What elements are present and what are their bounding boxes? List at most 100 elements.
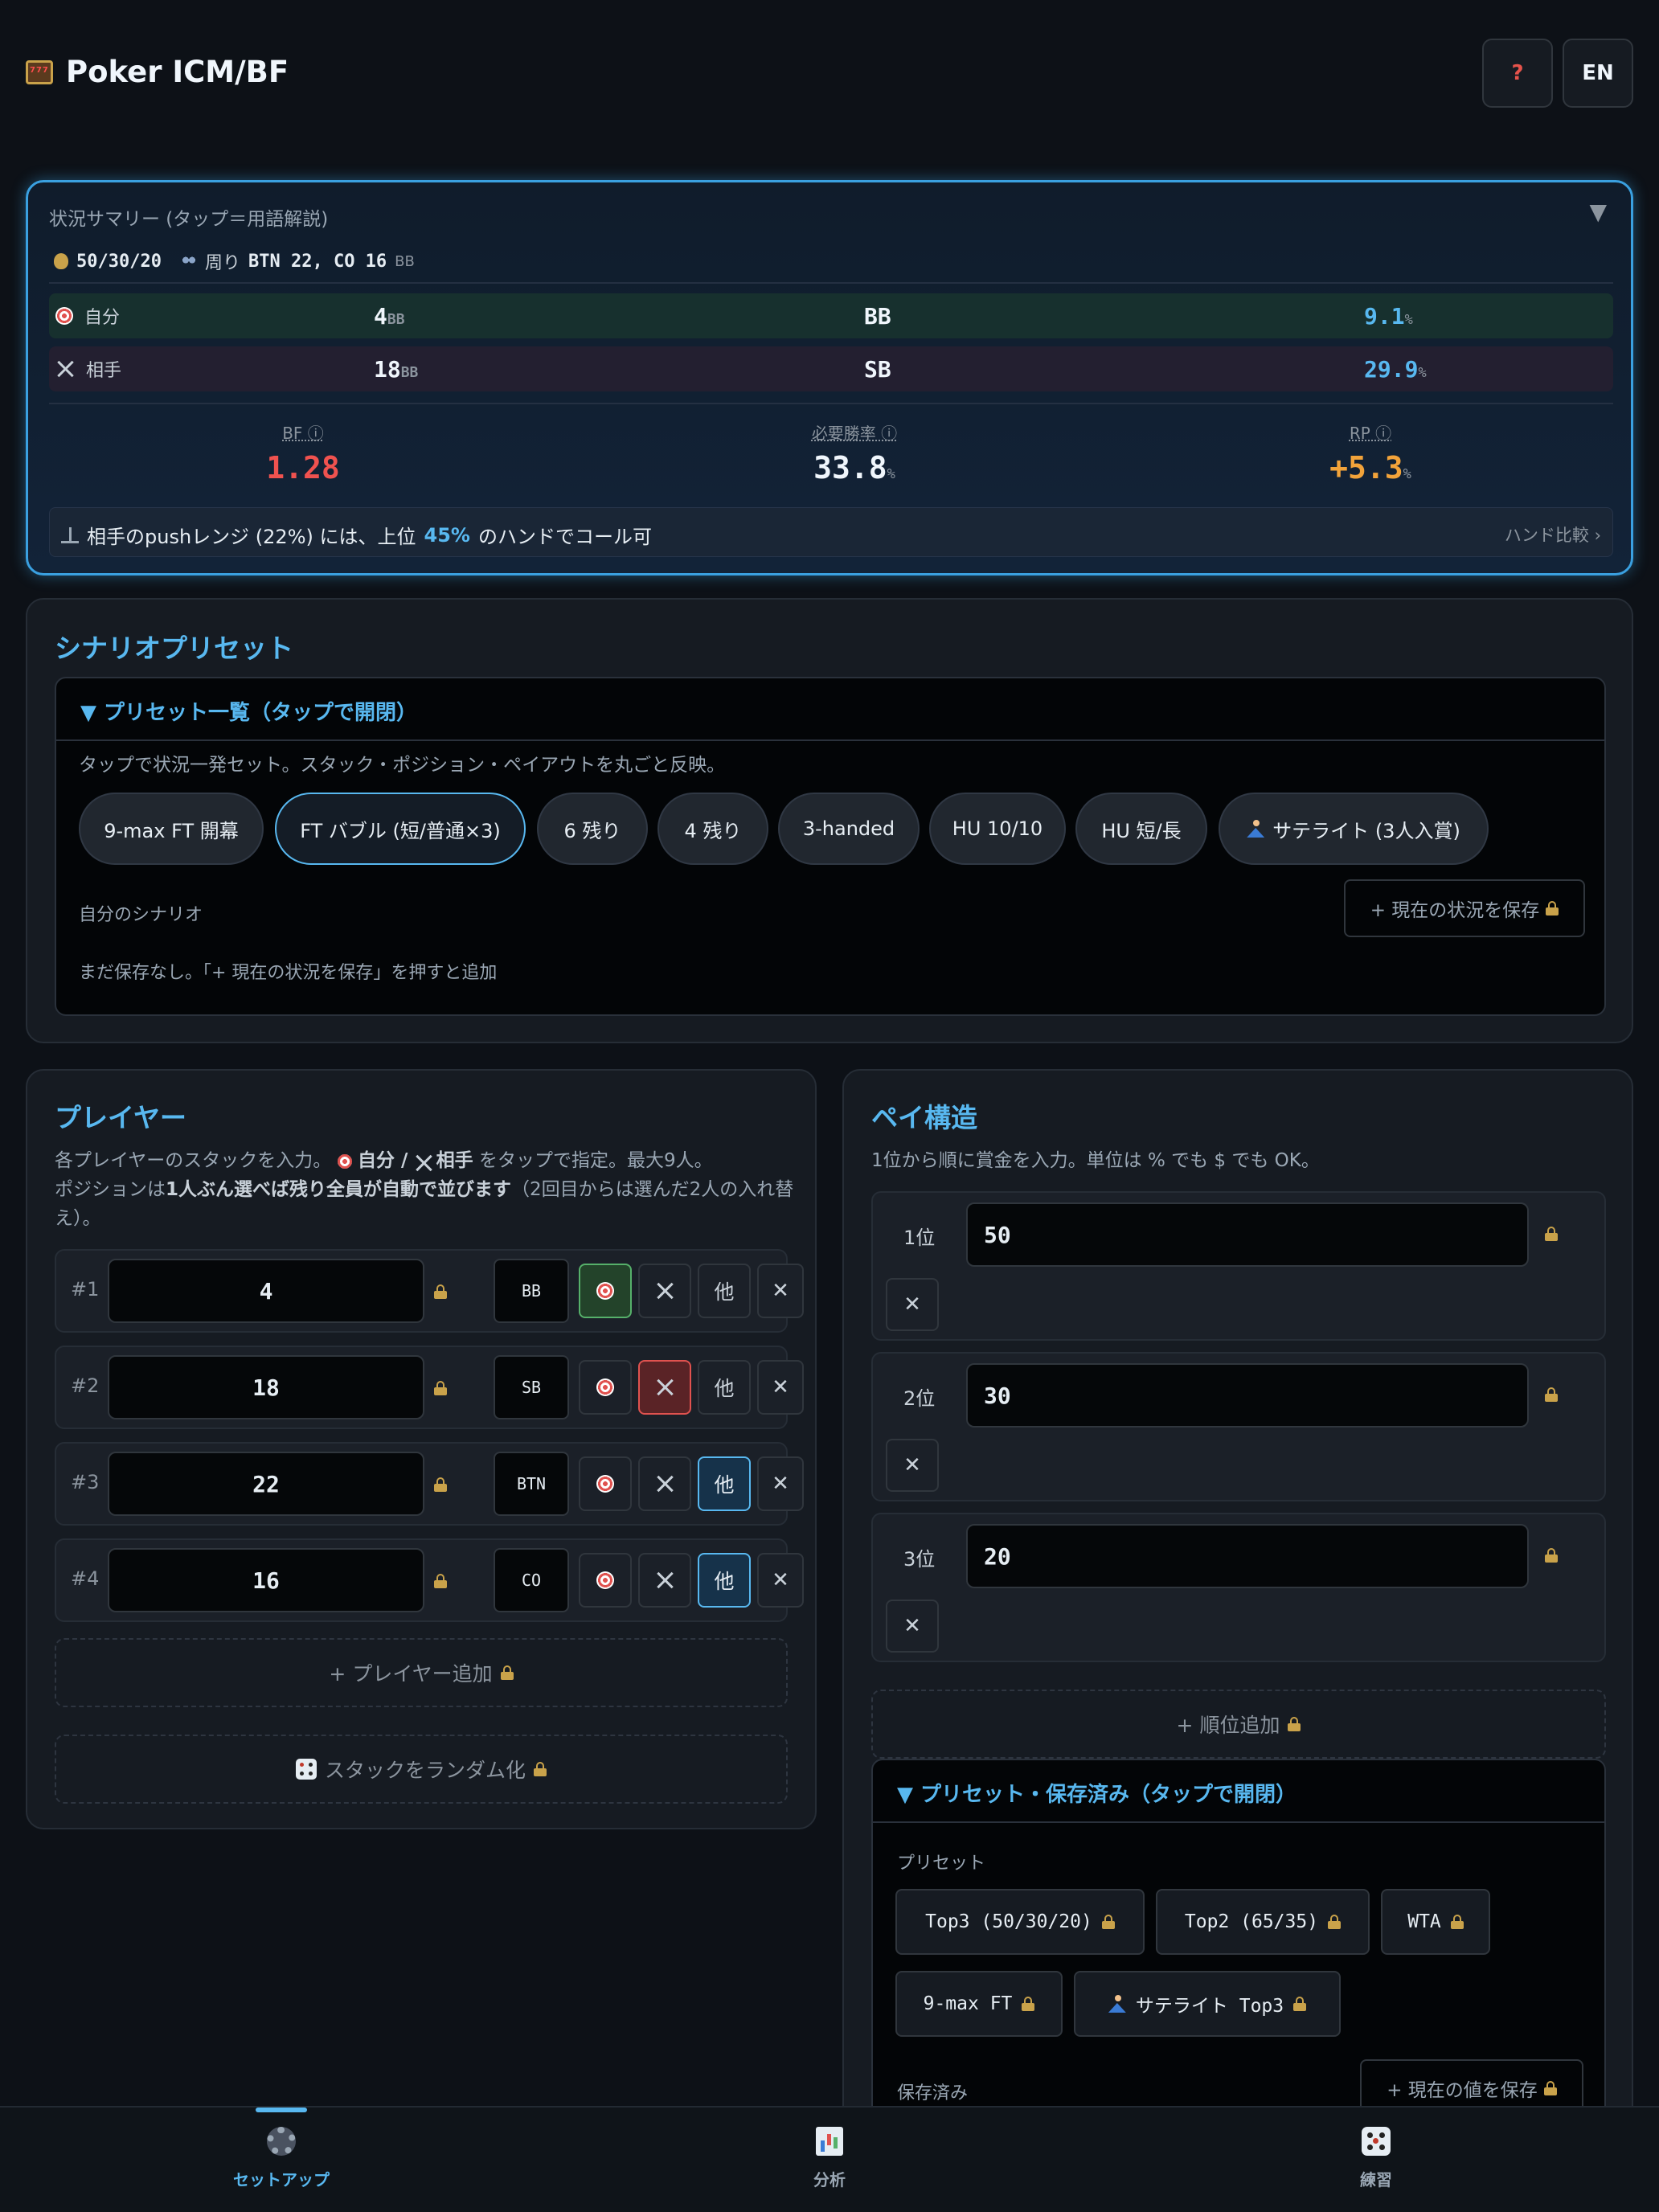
preset-label: Top2 (65/35)	[1184, 1911, 1319, 1932]
set-opponent-button[interactable]	[638, 1360, 691, 1415]
metric-rp[interactable]: RP ⓘ +5.3%	[1210, 420, 1531, 485]
scenario-preset-4-left[interactable]: 4 残り	[657, 793, 768, 865]
prize-input[interactable]: 30	[966, 1363, 1529, 1428]
lock-icon	[1328, 1915, 1342, 1929]
set-other-button[interactable]: 他	[698, 1360, 751, 1415]
player-index: #4	[71, 1567, 100, 1590]
remove-player-button[interactable]: ✕	[757, 1360, 804, 1415]
prize-input[interactable]: 20	[966, 1524, 1529, 1588]
lock-icon[interactable]	[434, 1574, 447, 1588]
player-stack-input[interactable]: 4	[108, 1259, 424, 1323]
scenario-preset-3-handed[interactable]: 3-handed	[778, 793, 920, 865]
scenario-preset-9max-ft[interactable]: 9-max FT 開幕	[79, 793, 264, 865]
scenario-preset-6-left[interactable]: 6 残り	[537, 793, 648, 865]
lock-icon[interactable]	[434, 1477, 447, 1492]
divider	[49, 403, 1613, 404]
metric-required-equity[interactable]: 必要勝率 ⓘ 33.8%	[694, 420, 1015, 485]
lock-icon[interactable]	[1545, 1548, 1558, 1563]
call-range-post: のハンドでコール可	[477, 526, 652, 548]
rp-label[interactable]: RP ⓘ	[1210, 420, 1531, 444]
lock-icon[interactable]	[1545, 1387, 1558, 1402]
payout-preset-satellite-top3[interactable]: サテライト Top3	[1074, 1971, 1341, 2037]
remove-player-button[interactable]: ✕	[757, 1264, 804, 1318]
close-icon: ✕	[903, 1453, 921, 1477]
add-rank-button[interactable]: + 順位追加	[871, 1690, 1606, 1759]
payout-accordion-label: ▼ プリセット・保存済み（タップで開閉）	[897, 1783, 1297, 1807]
self-stack: 4BB	[374, 303, 405, 330]
set-opponent-button[interactable]	[638, 1456, 691, 1511]
summary-row-self: 自分 4BB BB 9.1%	[49, 293, 1613, 338]
lock-icon	[534, 1762, 547, 1776]
pct-unit: %	[1403, 466, 1411, 482]
call-range-bar[interactable]: 相手のpushレンジ (22%) には、上位 45% のハンドでコール可 ハンド…	[49, 507, 1613, 557]
opponent-equity: 29.9%	[1364, 356, 1427, 383]
players-desc-self: 自分	[357, 1150, 395, 1171]
lock-icon	[1101, 1915, 1115, 1929]
remove-rank-button[interactable]: ✕	[886, 1439, 939, 1492]
set-other-button[interactable]: 他	[698, 1456, 751, 1511]
add-player-button[interactable]: + プレイヤー追加	[55, 1638, 788, 1707]
scenario-preset-accordion: ▼ プリセット一覧（タップで開閉） タップで状況一発セット。スタック・ポジション…	[55, 677, 1606, 1016]
app-header: Poker ICM/BF ? EN	[26, 37, 1633, 113]
remove-rank-button[interactable]: ✕	[886, 1278, 939, 1331]
lock-icon[interactable]	[434, 1381, 447, 1395]
set-opponent-button[interactable]	[638, 1553, 691, 1608]
preset-label: WTA	[1407, 1911, 1441, 1932]
payout-accordion-header[interactable]: ▼ プリセット・保存済み（タップで開閉）	[873, 1760, 1604, 1823]
scenario-accordion-header[interactable]: ▼ プリセット一覧（タップで開閉）	[56, 678, 1604, 741]
hand-compare-link[interactable]: ハンド比較 ›	[1505, 522, 1601, 547]
lock-icon	[1288, 1717, 1301, 1731]
required-equity-label[interactable]: 必要勝率 ⓘ	[694, 420, 1015, 444]
people-icon	[180, 256, 197, 267]
scenario-preset-ft-bubble[interactable]: FT バブル (短/普通×3)	[275, 793, 526, 865]
scenario-title: シナリオプリセット	[55, 633, 293, 664]
prize-row: 3位 20 ✕	[871, 1513, 1606, 1662]
set-self-button[interactable]	[579, 1360, 632, 1415]
summary-collapse-toggle[interactable]: ▼	[1589, 199, 1607, 225]
payout-preset-top3[interactable]: Top3 (50/30/20)	[895, 1889, 1145, 1955]
set-self-button[interactable]	[579, 1553, 632, 1608]
remove-player-button[interactable]: ✕	[757, 1456, 804, 1511]
scenario-preset-satellite[interactable]: サテライト (3人入賞)	[1219, 793, 1489, 865]
situation-summary[interactable]: 状況サマリー (タップ＝用語解説) ▼ 50/30/20 周り BTN 22, …	[26, 180, 1633, 576]
player-position-select[interactable]: BTN	[494, 1452, 569, 1516]
player-stack-input[interactable]: 16	[108, 1548, 424, 1612]
player-stack-input[interactable]: 18	[108, 1355, 424, 1419]
scenario-preset-hu-short-long[interactable]: HU 短/長	[1075, 793, 1207, 865]
tab-setup[interactable]: セットアップ	[161, 2127, 402, 2190]
pct-unit: %	[887, 466, 895, 482]
scenario-preset-hu-10-10[interactable]: HU 10/10	[929, 793, 1066, 865]
help-button[interactable]: ?	[1482, 39, 1553, 108]
payout-preset-top2[interactable]: Top2 (65/35)	[1156, 1889, 1370, 1955]
set-opponent-button[interactable]	[638, 1264, 691, 1318]
prize-rank: 1位	[903, 1227, 936, 1249]
randomize-stacks-button[interactable]: スタックをランダム化	[55, 1735, 788, 1804]
call-range-pre: 相手のpushレンジ (22%) には、上位	[87, 526, 416, 548]
lock-icon[interactable]	[1545, 1227, 1558, 1241]
payout-preset-9max-ft[interactable]: 9-max FT	[895, 1971, 1063, 2037]
prize-input[interactable]: 50	[966, 1202, 1529, 1267]
player-position-select[interactable]: BB	[494, 1259, 569, 1323]
set-other-button[interactable]: 他	[698, 1264, 751, 1318]
set-other-button[interactable]: 他	[698, 1553, 751, 1608]
player-stack-input[interactable]: 22	[108, 1452, 424, 1516]
payout-preset-wta[interactable]: WTA	[1381, 1889, 1490, 1955]
my-scenarios-label: 自分のシナリオ	[79, 905, 203, 925]
lock-icon[interactable]	[434, 1284, 447, 1299]
player-row: #1 4 BB 他 ✕	[55, 1249, 804, 1333]
rp-number: +5.3	[1329, 450, 1403, 485]
player-position-select[interactable]: SB	[494, 1355, 569, 1419]
language-toggle-button[interactable]: EN	[1563, 39, 1633, 108]
set-self-button[interactable]	[579, 1264, 632, 1318]
remove-rank-button[interactable]: ✕	[886, 1600, 939, 1653]
randomize-stacks-label: スタックをランダム化	[324, 1759, 526, 1782]
tab-analysis[interactable]: 分析	[709, 2127, 950, 2190]
preset-label: 9-max FT	[923, 1993, 1013, 2014]
bf-label[interactable]: BF ⓘ	[142, 420, 464, 444]
player-position-select[interactable]: CO	[494, 1548, 569, 1612]
save-current-situation-button[interactable]: + 現在の状況を保存	[1344, 879, 1585, 937]
tab-practice[interactable]: 練習	[1256, 2127, 1497, 2190]
set-self-button[interactable]	[579, 1456, 632, 1511]
remove-player-button[interactable]: ✕	[757, 1553, 804, 1608]
metric-bf[interactable]: BF ⓘ 1.28	[142, 420, 464, 485]
